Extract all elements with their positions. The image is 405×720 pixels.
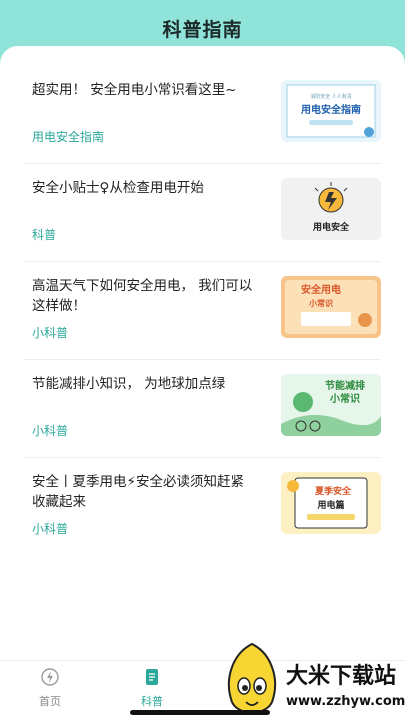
article-tag: 小科普	[32, 522, 69, 536]
article-title: 超实用！ 安全用电小常识看这里~	[32, 82, 237, 98]
article-item[interactable]: 超实用！ 安全用电小常识看这里~ 用电安全指南 消防安全 人人有责 用电安全指南	[24, 66, 381, 164]
lightning-icon	[40, 668, 60, 691]
article-thumbnail: 安全用电 小常识	[281, 276, 381, 338]
home-indicator	[130, 710, 270, 715]
watermark-url: www.zzhyw.com	[286, 694, 405, 709]
article-title: 节能减排小知识， 为地球加点绿	[32, 376, 226, 392]
page-title: 科普指南	[162, 18, 243, 41]
document-icon	[142, 669, 162, 691]
article-title: 安全丨夏季用电⚡安全必读须知赶紧收藏起来	[32, 474, 244, 510]
thumb-subtext: 小常识	[329, 392, 360, 405]
thumb-text: 节能减排	[325, 379, 365, 392]
content-sheet: 超实用！ 安全用电小常识看这里~ 用电安全指南 消防安全 人人有责 用电安全指南…	[0, 46, 405, 666]
article-thumbnail: 节能减排 小常识	[281, 374, 381, 436]
article-thumbnail: 用电安全	[281, 178, 381, 240]
article-item[interactable]: 节能减排小知识， 为地球加点绿 小科普 节能减排 小常识	[24, 360, 381, 458]
article-tag: 用电安全指南	[32, 130, 105, 144]
thumb-small-text: 消防安全 人人有责	[310, 93, 352, 100]
article-title: 高温天气下如何安全用电， 我们可以这样做！	[32, 278, 253, 314]
article-tag: 科普	[32, 228, 57, 242]
article-item[interactable]: 高温天气下如何安全用电， 我们可以这样做！ 小科普 安全用电 小常识	[24, 262, 381, 360]
tab-home[interactable]: 首页	[20, 667, 80, 709]
article-list: 超实用！ 安全用电小常识看这里~ 用电安全指南 消防安全 人人有责 用电安全指南…	[0, 66, 405, 556]
thumb-text: 安全用电	[301, 283, 341, 296]
article-item[interactable]: 安全小贴士♀从检查用电开始 科普 用电安全	[24, 164, 381, 262]
thumb-subtext: 用电篇	[316, 499, 344, 511]
tab-science[interactable]: 科普	[122, 667, 182, 709]
thumb-subtext: 小常识	[308, 298, 333, 308]
thumb-text: 用电安全	[312, 221, 350, 233]
watermark: 大米下载站 www.zzhyw.com	[216, 640, 405, 720]
article-item[interactable]: 安全丨夏季用电⚡安全必读须知赶紧收藏起来 小科普 夏季安全 用电篇	[24, 458, 381, 556]
mascot-icon	[227, 642, 277, 714]
tab-label: 科普	[141, 695, 163, 708]
article-tag: 小科普	[32, 424, 69, 438]
article-thumbnail: 消防安全 人人有责 用电安全指南	[281, 80, 381, 142]
thumb-text: 用电安全指南	[300, 103, 361, 116]
thumb-text: 夏季安全	[314, 485, 352, 497]
article-tag: 小科普	[32, 326, 69, 340]
tab-label: 首页	[39, 695, 61, 708]
article-title: 安全小贴士♀从检查用电开始	[32, 180, 204, 196]
watermark-title: 大米下载站	[286, 664, 397, 689]
article-thumbnail: 夏季安全 用电篇	[281, 472, 381, 534]
